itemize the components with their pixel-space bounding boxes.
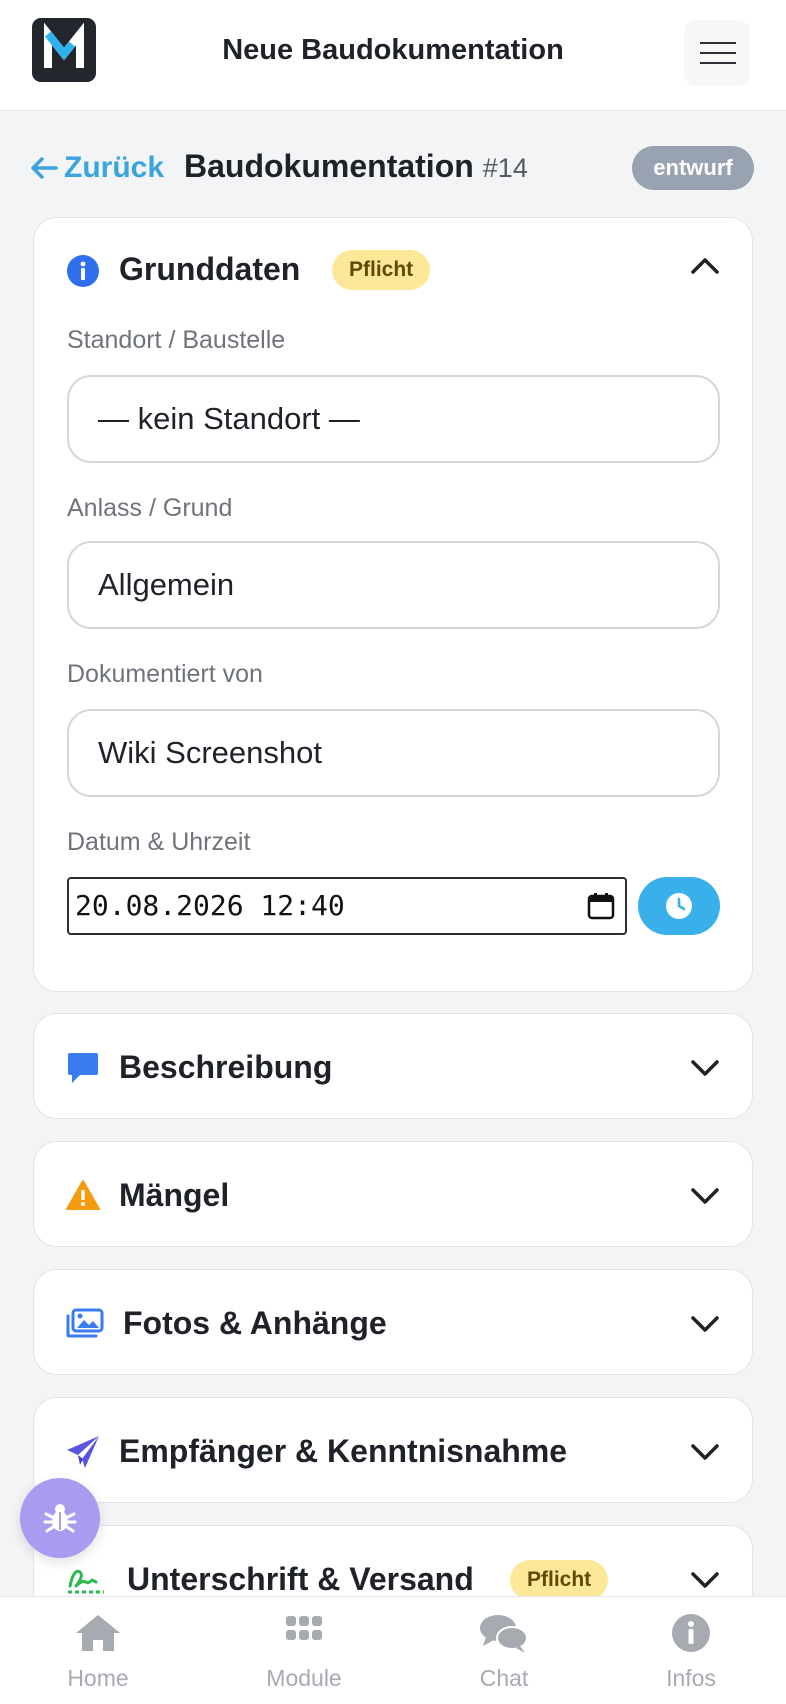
bug-icon: [43, 1504, 77, 1533]
images-icon: [66, 1308, 104, 1338]
anlass-label: Anlass / Grund: [67, 494, 233, 522]
dokumentiert-field[interactable]: Wiki Screenshot: [67, 709, 720, 797]
paper-plane-icon: [67, 1436, 99, 1468]
signature-icon: [68, 1569, 104, 1594]
chevron-up-icon: [691, 258, 719, 274]
section-grunddaten: Grunddaten Pflicht Standort / Baustelle …: [33, 217, 753, 992]
status-badge: entwurf: [632, 146, 754, 190]
standort-select[interactable]: — kein Standort —: [67, 375, 720, 463]
chevron-down-icon: [691, 1444, 719, 1460]
chevron-down-icon: [691, 1060, 719, 1076]
home-icon: [76, 1615, 120, 1651]
grid-icon: [286, 1616, 322, 1640]
page-title-text: Baudokumentation: [184, 148, 474, 184]
comment-icon: [68, 1053, 98, 1083]
dokumentiert-label: Dokumentiert von: [67, 660, 263, 688]
hamburger-icon: [700, 42, 736, 44]
nav-infos-label: Infos: [666, 1665, 716, 1691]
section-unterschrift-title: Unterschrift & Versand: [127, 1561, 474, 1597]
required-badge: Pflicht: [510, 1560, 609, 1600]
nav-module-label: Module: [266, 1665, 342, 1691]
nav-home[interactable]: Home: [28, 1597, 168, 1704]
set-now-button[interactable]: [638, 877, 720, 935]
bug-report-button[interactable]: [20, 1478, 100, 1558]
anlass-select[interactable]: Allgemein: [67, 541, 720, 629]
bottom-nav: Home Module Chat Infos: [0, 1596, 786, 1704]
nav-chat[interactable]: Chat: [434, 1597, 574, 1704]
back-link[interactable]: Zurück: [30, 148, 164, 188]
hamburger-icon-line: [700, 52, 736, 54]
page-title: Baudokumentation #14: [184, 148, 528, 188]
datum-label: Datum & Uhrzeit: [67, 828, 251, 856]
section-beschreibung-title: Beschreibung: [119, 1049, 333, 1085]
section-empfaenger[interactable]: Empfänger & Kenntnisnahme: [33, 1397, 753, 1503]
app-title: Neue Baudokumentation: [222, 34, 564, 66]
menu-button[interactable]: [684, 20, 750, 86]
nav-home-label: Home: [67, 1665, 129, 1691]
top-bar: Neue Baudokumentation: [0, 0, 786, 111]
calendar-icon[interactable]: [587, 892, 615, 920]
section-maengel[interactable]: Mängel: [33, 1141, 753, 1247]
info-circle-icon: [67, 255, 99, 287]
nav-infos[interactable]: Infos: [621, 1597, 761, 1704]
section-beschreibung[interactable]: Beschreibung: [33, 1013, 753, 1119]
chevron-down-icon: [691, 1572, 719, 1588]
hamburger-icon-line: [700, 62, 736, 64]
clock-icon: [666, 893, 692, 919]
chevron-down-icon: [691, 1188, 719, 1204]
standort-label: Standort / Baustelle: [67, 326, 286, 354]
document-number: #14: [482, 153, 528, 183]
section-grunddaten-title: Grunddaten: [119, 251, 301, 287]
section-fotos[interactable]: Fotos & Anhänge: [33, 1269, 753, 1375]
info-circle-icon: [672, 1614, 710, 1652]
section-grunddaten-header[interactable]: Grunddaten Pflicht: [34, 218, 752, 322]
chevron-down-icon: [691, 1316, 719, 1332]
warning-triangle-icon: [66, 1180, 100, 1210]
section-maengel-title: Mängel: [119, 1177, 230, 1213]
required-badge: Pflicht: [332, 250, 431, 290]
datetime-input[interactable]: 20.08.2026 12:40: [67, 877, 627, 935]
arrow-left-icon: [31, 157, 58, 179]
back-label: Zurück: [64, 151, 165, 184]
section-empfaenger-title: Empfänger & Kenntnisnahme: [119, 1433, 568, 1469]
nav-chat-label: Chat: [479, 1665, 529, 1691]
nav-module[interactable]: Module: [234, 1597, 374, 1704]
chat-icon: [480, 1615, 528, 1653]
section-fotos-title: Fotos & Anhänge: [123, 1305, 387, 1341]
datetime-value: 20.08.2026 12:40: [75, 889, 345, 922]
